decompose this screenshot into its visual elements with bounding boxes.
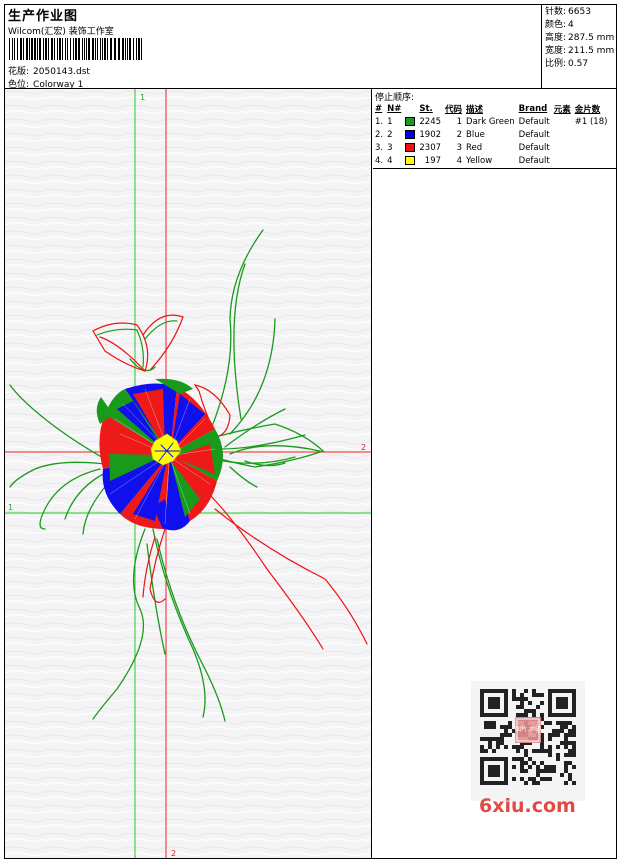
- color-swatch: [405, 142, 416, 152]
- row-needle: 1: [387, 116, 393, 127]
- row-description: Blue: [466, 129, 485, 140]
- row-brand: Default: [518, 116, 550, 127]
- row-code: 1: [456, 116, 463, 127]
- row-elements: [552, 154, 573, 167]
- row-brand: Default: [518, 142, 550, 153]
- table-row[interactable]: 1. 1 2245 1 Dark Green Default #1 (18): [373, 115, 609, 128]
- row-stitches: 197: [424, 155, 442, 166]
- design-label: 花版:: [8, 67, 30, 77]
- row-swatch: [403, 154, 417, 167]
- row-sequins: [573, 128, 610, 141]
- row-code: 2: [456, 129, 463, 140]
- row-sequins: [573, 141, 610, 154]
- stat-stitches: 针数: 6653: [545, 6, 616, 19]
- row-swatch: [403, 128, 417, 141]
- stat-value: 6653: [568, 7, 591, 17]
- qr-code-icon: 图片 水印: [480, 689, 576, 785]
- stat-label: 颜色:: [545, 20, 567, 30]
- row-needle: 3: [387, 142, 393, 153]
- row-swatch: [403, 115, 417, 128]
- row-description: Yellow: [466, 155, 493, 166]
- col-brand: Brand: [518, 103, 548, 114]
- col-code: 代码: [445, 104, 463, 115]
- row-description: Red: [466, 142, 483, 153]
- row-elements: [552, 128, 573, 141]
- qr-code-watermark: 图片 水印: [471, 681, 585, 801]
- col-index: #: [375, 103, 383, 114]
- stat-value: 287.5 mm: [568, 33, 615, 43]
- col-needle: N#: [387, 103, 402, 114]
- stamp-text: 图片 水印: [515, 725, 541, 733]
- row-stitches: 2245: [419, 116, 442, 127]
- axis-label-red-bottom: 2: [171, 849, 176, 858]
- design-file-value: 2050143.dst: [33, 67, 90, 77]
- stop-sequence-table: # N# St. 代码 描述 Brand 元素 金片数 1. 1 2245 1 …: [373, 102, 609, 167]
- col-description: 描述: [466, 104, 484, 115]
- stat-scale: 比例: 0.57: [545, 58, 616, 71]
- sheet-header: 生产作业图 Wilcom(汇宏) 装饰工作室 花版: 2050143.dst 色位…: [5, 5, 616, 90]
- stat-value: 4: [568, 20, 574, 30]
- stop-sequence-panel: 停止顺序: # N# St. 代码 描述 Brand 元素 金片数 1. 1 2…: [373, 89, 616, 169]
- barcode-icon: [9, 38, 142, 60]
- row-sequins: [573, 154, 610, 167]
- col-stitches: St.: [419, 103, 433, 114]
- table-row[interactable]: 4. 4 197 4 Yellow Default: [373, 154, 609, 167]
- sheet-title: 生产作业图: [8, 9, 79, 24]
- table-row[interactable]: 3. 3 2307 3 Red Default: [373, 141, 609, 154]
- stat-label: 比例:: [545, 59, 567, 69]
- table-row[interactable]: 2. 2 1902 2 Blue Default: [373, 128, 609, 141]
- row-index: 4.: [375, 155, 384, 166]
- design-canvas[interactable]: 1 1 2 2: [5, 89, 372, 858]
- row-index: 3.: [375, 142, 384, 153]
- embroidery-preview: 1 1 2 2: [5, 89, 371, 858]
- color-swatch: [405, 116, 416, 126]
- row-code: 3: [456, 142, 463, 153]
- row-stitches: 1902: [419, 129, 442, 140]
- stat-width: 宽度: 211.5 mm: [545, 45, 616, 58]
- col-elements: 元素: [553, 104, 571, 115]
- col-color: [403, 102, 417, 115]
- row-code: 4: [456, 155, 463, 166]
- stat-value: 211.5 mm: [568, 46, 615, 56]
- row-swatch: [403, 141, 417, 154]
- row-elements: [552, 141, 573, 154]
- row-elements: [552, 115, 573, 128]
- color-swatch: [405, 155, 416, 165]
- row-index: 2.: [375, 129, 384, 140]
- stat-label: 针数:: [545, 7, 567, 17]
- company-name: Wilcom(汇宏) 装饰工作室: [8, 27, 114, 37]
- stat-label: 高度:: [545, 33, 567, 43]
- row-needle: 2: [387, 129, 393, 140]
- row-sequins: #1 (18): [574, 116, 608, 127]
- site-logo: 6xiu.com: [479, 795, 576, 817]
- design-file-line: 花版: 2050143.dst: [8, 64, 90, 77]
- design-stats: 针数: 6653 颜色: 4 高度: 287.5 mm 宽度: 211.5 mm 比例:…: [541, 5, 616, 88]
- axis-label-green-left: 1: [8, 503, 13, 512]
- row-brand: Default: [518, 155, 550, 166]
- row-brand: Default: [518, 129, 550, 140]
- table-header-row: # N# St. 代码 描述 Brand 元素 金片数: [373, 102, 609, 115]
- color-swatch: [405, 129, 416, 139]
- row-index: 1.: [375, 116, 384, 127]
- axis-label-green-top: 1: [140, 93, 145, 102]
- row-needle: 4: [387, 155, 393, 166]
- production-sheet: 生产作业图 Wilcom(汇宏) 装饰工作室 花版: 2050143.dst 色位…: [4, 4, 617, 859]
- row-description: Dark Green: [466, 116, 515, 127]
- stat-value: 0.57: [568, 59, 589, 69]
- stat-height: 高度: 287.5 mm: [545, 32, 616, 45]
- row-stitches: 2307: [419, 142, 442, 153]
- col-sequins: 金片数: [574, 104, 601, 115]
- axis-label-red-right: 2: [361, 443, 366, 452]
- stat-label: 宽度:: [545, 46, 567, 56]
- header-info: 生产作业图 Wilcom(汇宏) 装饰工作室 花版: 2050143.dst 色位…: [7, 5, 537, 90]
- stat-colors: 颜色: 4: [545, 19, 616, 32]
